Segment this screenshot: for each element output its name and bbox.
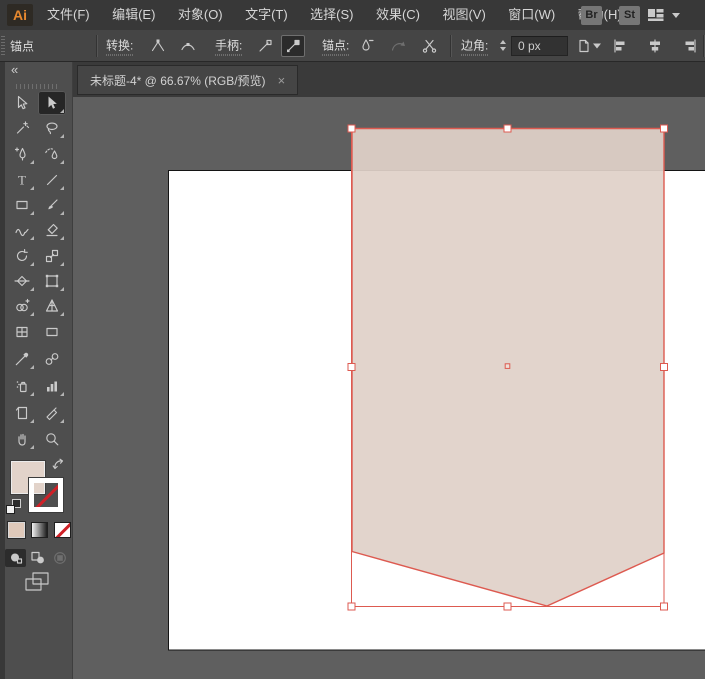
align-left-icon[interactable]	[608, 35, 632, 57]
none-button[interactable]	[54, 522, 71, 538]
swap-fill-stroke-icon[interactable]	[52, 458, 67, 478]
perspective-grid-tool[interactable]	[38, 294, 66, 318]
convert-label: 转换:	[106, 36, 134, 55]
corner-label: 边角:	[461, 36, 489, 55]
control-bar-grip[interactable]	[1, 36, 5, 56]
tools-panel: « T	[0, 62, 73, 679]
document-canvas	[168, 124, 705, 651]
convert-to-smooth-icon[interactable]	[176, 35, 200, 57]
none-slash-icon	[34, 483, 58, 507]
separator	[703, 35, 704, 57]
separator	[450, 35, 451, 57]
free-transform-tool[interactable]	[38, 269, 66, 293]
bridge-button[interactable]: Br	[581, 6, 602, 25]
shape-center-point[interactable]	[504, 363, 511, 369]
convert-to-corner-icon[interactable]	[146, 35, 170, 57]
tab-close-icon[interactable]: ×	[278, 74, 286, 87]
document-setup-chevron-icon[interactable]	[593, 43, 601, 48]
corner-radius-input[interactable]	[511, 35, 568, 56]
menu-file[interactable]: 文件(F)	[38, 0, 99, 30]
panel-grip[interactable]	[16, 84, 58, 89]
blend-tool[interactable]	[38, 347, 66, 371]
menu-edit[interactable]: 编辑(E)	[103, 0, 164, 30]
direct-selection-tool[interactable]	[38, 91, 66, 115]
selection-handle[interactable]	[347, 363, 356, 371]
connect-path-icon-disabled	[386, 35, 410, 57]
workspace-switcher-icon[interactable]	[647, 8, 665, 27]
draw-behind-mode[interactable]	[27, 549, 48, 567]
selection-handle[interactable]	[660, 124, 668, 133]
rotate-tool[interactable]	[8, 244, 36, 268]
selection-handle[interactable]	[660, 602, 668, 611]
stepper-up-icon[interactable]	[499, 40, 506, 44]
selection-handle[interactable]	[503, 124, 512, 133]
selection-handle[interactable]	[347, 602, 356, 611]
stroke-color-swatch[interactable]	[29, 478, 63, 512]
lasso-tool[interactable]	[38, 116, 66, 140]
document-tab[interactable]: 未标题-4* @ 66.67% (RGB/预览) ×	[77, 65, 299, 95]
default-fill-stroke-icon[interactable]	[6, 499, 22, 515]
hand-tool[interactable]	[8, 427, 36, 451]
menu-effect[interactable]: 效果(C)	[367, 0, 429, 30]
shape-builder-tool[interactable]	[8, 294, 36, 318]
line-segment-tool[interactable]	[38, 168, 66, 192]
show-handles-icon[interactable]	[281, 34, 305, 57]
align-right-icon[interactable]	[678, 35, 702, 57]
selection-tool[interactable]	[8, 91, 36, 115]
slice-tool[interactable]	[38, 401, 66, 425]
shaper-tool[interactable]	[8, 218, 36, 242]
width-tool[interactable]	[8, 269, 36, 293]
anchors-label: 锚点:	[322, 36, 350, 55]
menu-view[interactable]: 视图(V)	[433, 0, 494, 30]
separator	[96, 35, 97, 57]
symbol-sprayer-tool[interactable]	[8, 374, 36, 398]
menu-items: 文件(F) 编辑(E) 对象(O) 文字(T) 选择(S) 效果(C) 视图(V…	[38, 0, 631, 30]
selection-handle[interactable]	[660, 363, 668, 371]
corner-stepper[interactable]	[497, 36, 508, 56]
stepper-down-icon[interactable]	[499, 47, 506, 51]
artboard-tool[interactable]	[8, 401, 36, 425]
stock-button[interactable]: St	[619, 6, 640, 25]
app-logo: Ai	[7, 4, 33, 26]
change-screen-mode-icon[interactable]	[23, 571, 51, 598]
document-tab-title: 未标题-4* @ 66.67% (RGB/预览)	[90, 73, 266, 88]
gradient-button[interactable]	[31, 522, 48, 538]
context-label: 锚点	[10, 39, 35, 53]
column-graph-tool[interactable]	[38, 374, 66, 398]
menu-type[interactable]: 文字(T)	[236, 0, 297, 30]
control-bar: 锚点 转换: 手柄: 锚点: 边角: 0 px	[0, 30, 705, 62]
gradient-tool[interactable]	[38, 320, 66, 344]
scale-tool[interactable]	[38, 244, 66, 268]
hide-handles-icon[interactable]	[253, 35, 277, 57]
color-button[interactable]	[8, 522, 25, 538]
none-slash-icon	[55, 523, 70, 537]
document-tab-bar: 未标题-4* @ 66.67% (RGB/预览) ×	[73, 62, 705, 97]
magic-wand-tool[interactable]	[8, 116, 36, 140]
handles-label: 手柄:	[215, 36, 243, 55]
draw-normal-mode[interactable]	[5, 549, 26, 567]
type-tool[interactable]: T	[8, 168, 36, 192]
remove-anchor-icon[interactable]	[354, 35, 378, 57]
dock-edge	[0, 62, 5, 679]
selection-handle[interactable]	[347, 124, 356, 133]
curvature-tool[interactable]	[38, 142, 66, 166]
selection-handle[interactable]	[503, 602, 512, 611]
menu-object[interactable]: 对象(O)	[169, 0, 232, 30]
draw-inside-mode[interactable]	[49, 549, 70, 567]
rectangle-tool[interactable]	[8, 193, 36, 217]
align-center-icon[interactable]	[643, 35, 667, 57]
menu-window[interactable]: 窗口(W)	[499, 0, 564, 30]
paintbrush-tool[interactable]	[38, 193, 66, 217]
svg-text:T: T	[18, 173, 26, 188]
collapse-panel-icon[interactable]: «	[11, 62, 18, 77]
menu-select[interactable]: 选择(S)	[301, 0, 362, 30]
eyedropper-tool[interactable]	[8, 347, 36, 371]
eraser-tool[interactable]	[38, 218, 66, 242]
mesh-tool[interactable]	[8, 320, 36, 344]
menu-bar: Ai 文件(F) 编辑(E) 对象(O) 文字(T) 选择(S) 效果(C) 视…	[0, 0, 705, 30]
pen-tool[interactable]	[8, 142, 36, 166]
workspace-chevron-icon[interactable]	[672, 13, 680, 18]
cut-path-icon[interactable]	[418, 35, 442, 57]
zoom-tool[interactable]	[38, 427, 66, 451]
